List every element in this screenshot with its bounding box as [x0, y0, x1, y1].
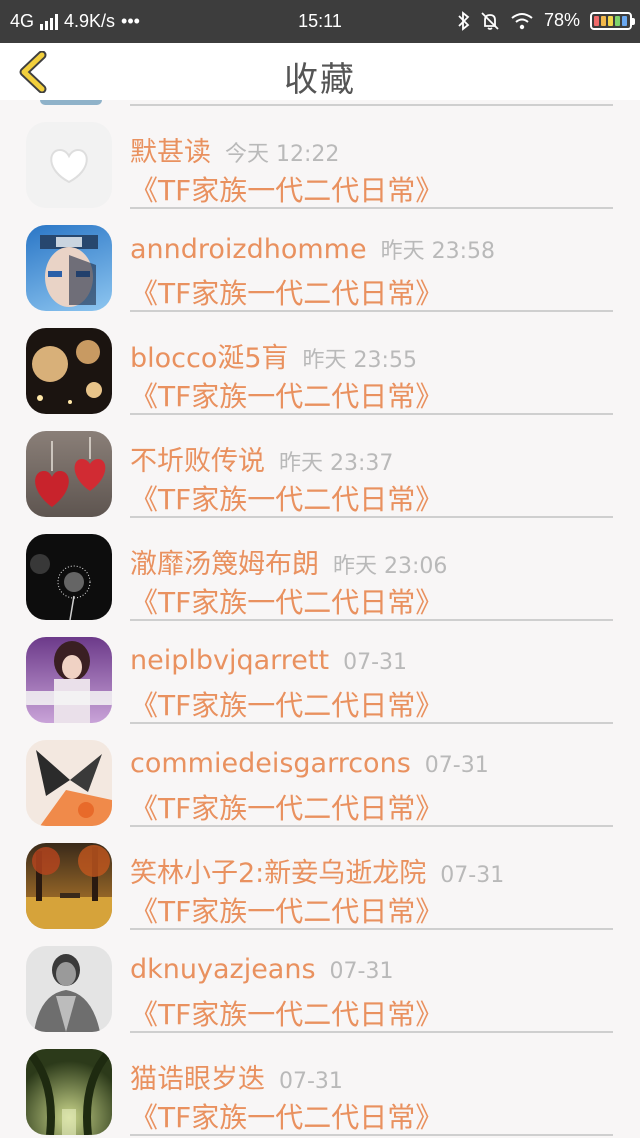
- list-item[interactable]: 不圻败传说 昨天 23:37 《TF家族一代二代日常》: [0, 415, 640, 518]
- avatar: [26, 843, 112, 929]
- user-name[interactable]: blocco涎5肓: [130, 343, 289, 374]
- user-name[interactable]: commiedeisgarrcons: [130, 748, 411, 779]
- timestamp: 07-31: [424, 753, 489, 778]
- avatar: [40, 100, 102, 105]
- book-title[interactable]: 《TF家族一代二代日常》: [130, 478, 443, 518]
- list-item[interactable]: 澈靡汤篾姆布朗 昨天 23:06 《TF家族一代二代日常》: [0, 518, 640, 621]
- user-name[interactable]: 澈靡汤篾姆布朗: [130, 549, 319, 580]
- user-name[interactable]: anndroizdhomme: [130, 234, 367, 265]
- timestamp: 昨天 23:58: [380, 239, 495, 264]
- wifi-icon: [511, 12, 533, 29]
- favorites-list: 默甚读 今天 12:22 《TF家族一代二代日常》 anndroizdhomme 昨…: [0, 100, 640, 1138]
- book-title[interactable]: 《TF家族一代二代日常》: [130, 684, 443, 724]
- book-title[interactable]: 《TF家族一代二代日常》: [130, 993, 443, 1033]
- avatar: [26, 122, 112, 208]
- timestamp: 今天 12:22: [225, 142, 340, 167]
- user-name[interactable]: 猫诰眼岁迭: [130, 1064, 265, 1095]
- list-item[interactable]: 默甚读 今天 12:22 《TF家族一代二代日常》: [0, 106, 640, 209]
- avatar: [26, 946, 112, 1032]
- avatar: [26, 328, 112, 414]
- list-item[interactable]: neiplbvjqarrett 07-31 《TF家族一代二代日常》: [0, 621, 640, 724]
- book-title[interactable]: 《TF家族一代二代日常》: [130, 787, 443, 827]
- timestamp: 昨天 23:06: [333, 554, 448, 579]
- timestamp: 07-31: [440, 863, 505, 888]
- avatar: [26, 1049, 112, 1135]
- book-title[interactable]: 《TF家族一代二代日常》: [130, 169, 443, 209]
- bluetooth-icon: [458, 10, 470, 31]
- battery-icon: [590, 11, 635, 30]
- user-name[interactable]: neiplbvjqarrett: [130, 645, 329, 676]
- timestamp: 昨天 23:55: [302, 348, 417, 373]
- book-title[interactable]: 《TF家族一代二代日常》: [130, 1096, 443, 1136]
- avatar: [26, 637, 112, 723]
- user-name[interactable]: 不圻败传说: [130, 446, 265, 477]
- mute-bell-icon: [481, 11, 499, 30]
- list-item[interactable]: anndroizdhomme 昨天 23:58 《TF家族一代二代日常》: [0, 209, 640, 312]
- list-item[interactable]: dknuyazjeans 07-31 《TF家族一代二代日常》: [0, 930, 640, 1033]
- timestamp: 07-31: [343, 650, 408, 675]
- timestamp: 昨天 23:37: [279, 451, 394, 476]
- app-header: 收藏: [0, 43, 640, 100]
- avatar: [26, 225, 112, 311]
- user-name[interactable]: 默甚读: [130, 137, 211, 168]
- avatar: [26, 740, 112, 826]
- battery-percent: 78%: [543, 10, 580, 30]
- avatar: [26, 431, 112, 517]
- list-item[interactable]: blocco涎5肓 昨天 23:55 《TF家族一代二代日常》: [0, 312, 640, 415]
- page-title: 收藏: [284, 60, 356, 100]
- avatar: [26, 534, 112, 620]
- book-title[interactable]: 《TF家族一代二代日常》: [130, 272, 443, 312]
- list-item[interactable]: 笑林小子2:新妾乌逝龙院 07-31 《TF家族一代二代日常》: [0, 827, 640, 930]
- list-item[interactable]: commiedeisgarrcons 07-31 《TF家族一代二代日常》: [0, 724, 640, 827]
- book-title[interactable]: 《TF家族一代二代日常》: [130, 375, 443, 415]
- user-name[interactable]: dknuyazjeans: [130, 954, 316, 985]
- user-name[interactable]: 笑林小子2:新妾乌逝龙院: [130, 858, 426, 889]
- status-bar: 4G 4.9K/s ••• 15:11 78%: [0, 0, 640, 43]
- timestamp: 07-31: [279, 1069, 343, 1094]
- book-title[interactable]: 《TF家族一代二代日常》: [130, 581, 443, 621]
- list-item[interactable]: 猫诰眼岁迭 07-31 《TF家族一代二代日常》: [0, 1033, 640, 1136]
- book-title[interactable]: 《TF家族一代二代日常》: [130, 890, 443, 930]
- timestamp: 07-31: [329, 959, 394, 984]
